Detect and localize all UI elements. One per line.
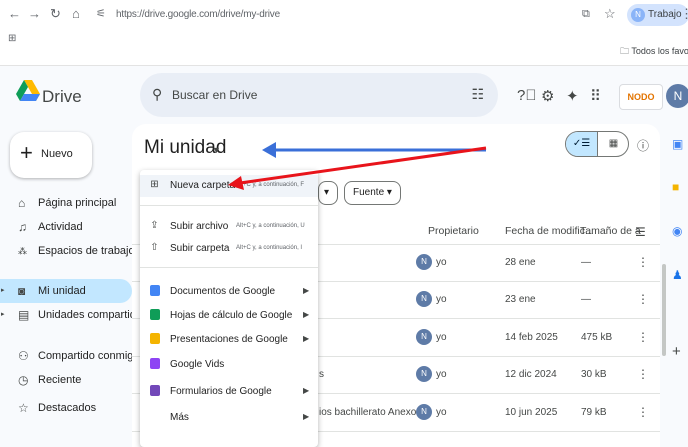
annotation-arrows [228, 142, 487, 190]
red-arrow [228, 146, 487, 190]
blue-arrow [262, 142, 486, 158]
